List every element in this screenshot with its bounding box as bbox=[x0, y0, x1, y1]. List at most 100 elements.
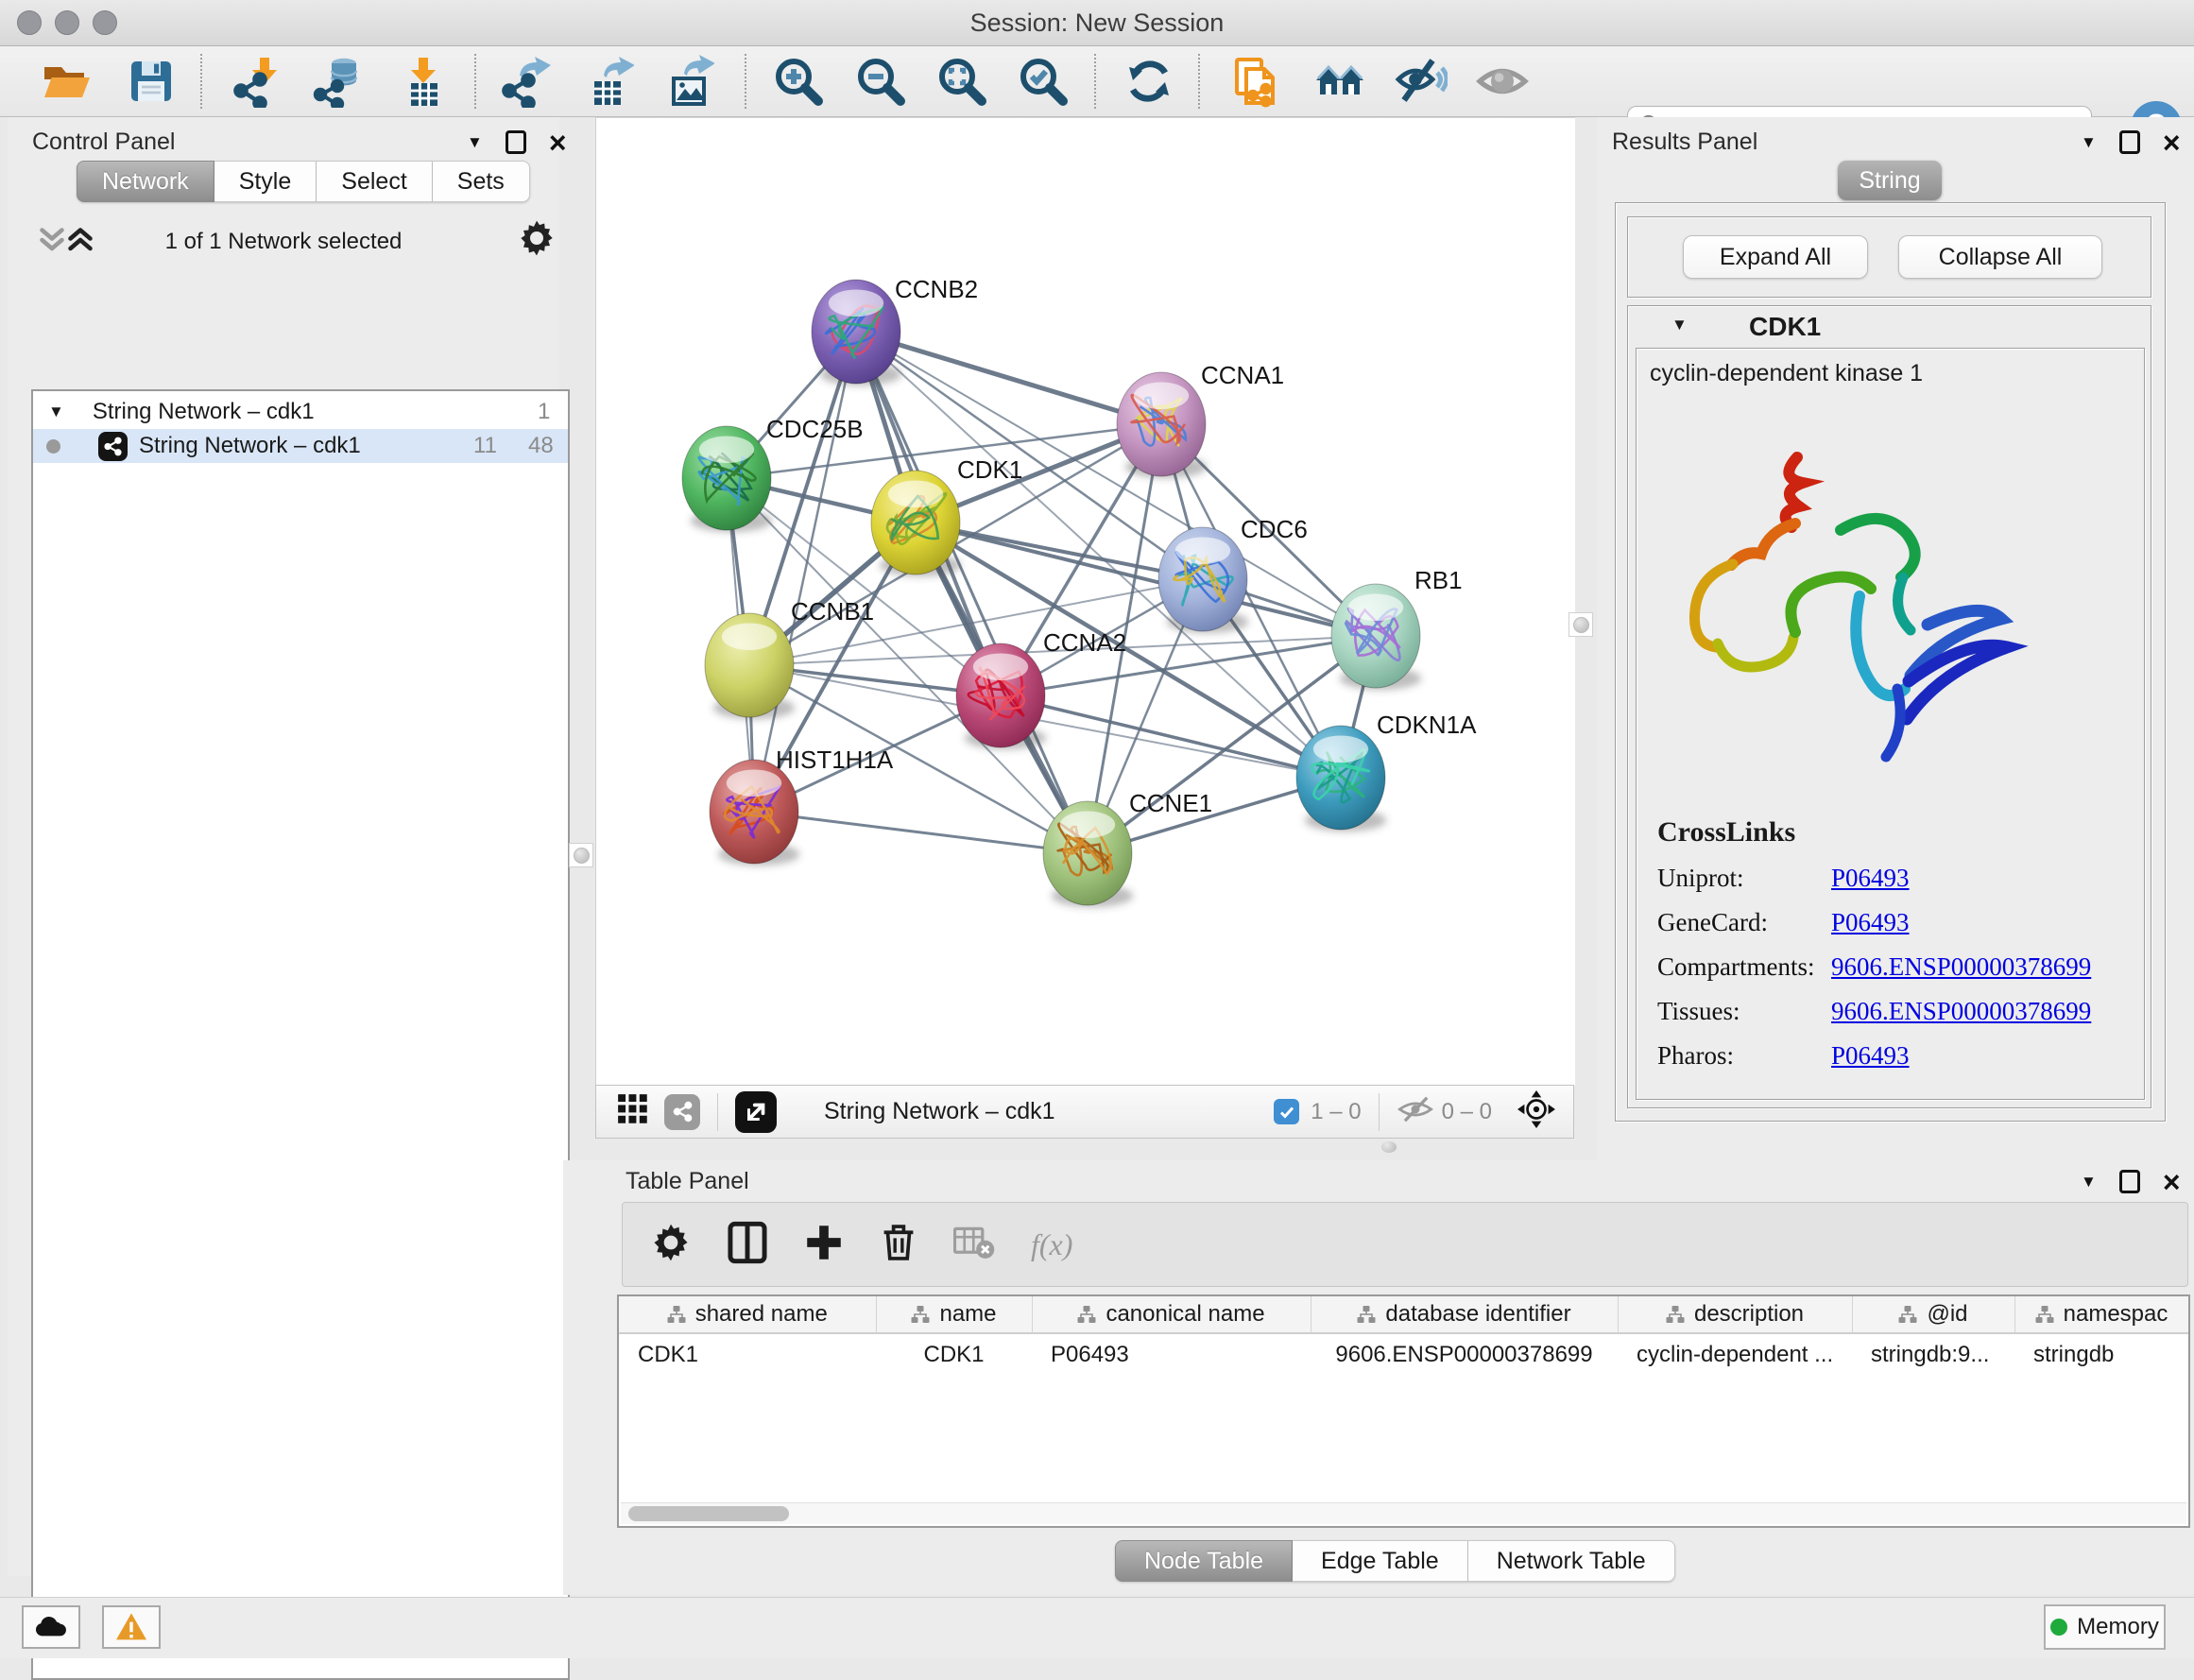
export-network-icon[interactable] bbox=[499, 55, 552, 108]
tab-node-table[interactable]: Node Table bbox=[1115, 1540, 1293, 1582]
toolbar-separator bbox=[717, 1093, 718, 1131]
import-network-icon[interactable] bbox=[231, 55, 283, 108]
panel-close-icon[interactable]: × bbox=[549, 133, 567, 152]
crosslink-link[interactable]: P06493 bbox=[1831, 864, 1910, 893]
export-table-icon[interactable] bbox=[581, 55, 634, 108]
node-CCNB1[interactable]: CCNB1 bbox=[705, 597, 874, 719]
function-builder-icon-disabled: f(x) bbox=[1031, 1227, 1072, 1262]
results-panel: Results Panel ▼ × String Expand All Coll… bbox=[1597, 117, 2194, 1160]
crosslink-row: Pharos:P06493 bbox=[1657, 1041, 2130, 1071]
network-collection-row[interactable]: ▼ String Network – cdk1 1 bbox=[33, 395, 568, 429]
export-image-icon[interactable] bbox=[661, 55, 714, 108]
node-table[interactable]: shared namenamecanonical namedatabase id… bbox=[617, 1294, 2190, 1528]
hide-glass-eye-icon[interactable] bbox=[1395, 55, 1448, 108]
glass-eye-icon[interactable] bbox=[1476, 55, 1529, 108]
table-panel-title: Table Panel bbox=[626, 1168, 749, 1195]
panel-maximize-icon[interactable] bbox=[506, 130, 526, 154]
warning-icon bbox=[114, 1612, 148, 1642]
import-table-icon[interactable] bbox=[396, 55, 449, 108]
expand-all-button[interactable]: Expand All bbox=[1683, 235, 1868, 279]
column-header-name[interactable]: name bbox=[876, 1296, 1032, 1333]
zoom-out-icon[interactable] bbox=[854, 55, 907, 108]
import-network-from-database-icon[interactable] bbox=[312, 55, 365, 108]
horizontal-splitter-handle[interactable] bbox=[1381, 1141, 1397, 1153]
network-selection-status: 1 of 1 Network selected bbox=[8, 229, 559, 255]
edge-HIST1H1A-CCNE1[interactable] bbox=[754, 812, 1088, 853]
tab-network-table[interactable]: Network Table bbox=[1468, 1540, 1675, 1582]
right-splitter-handle[interactable] bbox=[1568, 612, 1593, 637]
table-row[interactable]: CDK1CDK1P064939606.ENSP00000378699cyclin… bbox=[619, 1333, 2188, 1376]
crosslinks-section: CrossLinks Uniprot:P06493GeneCard:P06493… bbox=[1657, 816, 2130, 1071]
panel-float-icon[interactable]: ▼ bbox=[2081, 133, 2097, 152]
panel-close-icon[interactable]: × bbox=[2163, 133, 2181, 152]
node-RB1[interactable]: RB1 bbox=[1331, 566, 1463, 690]
tab-style[interactable]: Style bbox=[214, 161, 317, 202]
delete-table-icon-disabled bbox=[953, 1224, 995, 1266]
column-header-database-identifier[interactable]: database identifier bbox=[1311, 1296, 1618, 1333]
string-home-icon[interactable] bbox=[1313, 55, 1366, 108]
crosslink-link[interactable]: P06493 bbox=[1831, 908, 1910, 937]
protein-collapse-icon[interactable]: ▼ bbox=[1671, 316, 1688, 334]
delete-column-icon[interactable] bbox=[880, 1222, 917, 1268]
table-options-gear-icon[interactable] bbox=[651, 1223, 691, 1267]
add-column-icon[interactable] bbox=[804, 1223, 844, 1267]
status-bar: Memory bbox=[0, 1597, 2194, 1658]
node-label-CDKN1A: CDKN1A bbox=[1377, 711, 1477, 739]
zoom-fit-icon[interactable] bbox=[935, 55, 988, 108]
column-header-canonical-name[interactable]: canonical name bbox=[1032, 1296, 1311, 1333]
edge-CCNB2-HIST1H1A[interactable] bbox=[754, 332, 856, 812]
crosslink-link[interactable]: 9606.ENSP00000378699 bbox=[1831, 952, 2091, 982]
tab-edge-table[interactable]: Edge Table bbox=[1293, 1540, 1468, 1582]
node-CCNB2[interactable]: CCNB2 bbox=[812, 275, 978, 386]
string-style-icon[interactable] bbox=[664, 1094, 700, 1130]
panel-float-icon[interactable]: ▼ bbox=[2081, 1173, 2097, 1191]
column-header-namespac[interactable]: namespac bbox=[2014, 1296, 2188, 1333]
show-columns-icon[interactable] bbox=[727, 1221, 768, 1269]
tab-sets[interactable]: Sets bbox=[433, 161, 530, 202]
memory-button[interactable]: Memory bbox=[2044, 1604, 2166, 1650]
zoom-in-icon[interactable] bbox=[772, 55, 825, 108]
protein-section: ▼ CDK1 cyclin-dependent kinase 1 bbox=[1627, 305, 2151, 1108]
network-options-gear-icon[interactable] bbox=[518, 219, 556, 262]
column-header-shared-name[interactable]: shared name bbox=[619, 1296, 876, 1333]
save-session-icon[interactable] bbox=[125, 55, 178, 108]
panel-maximize-icon[interactable] bbox=[2119, 1170, 2140, 1193]
tree-expand-icon[interactable]: ▼ bbox=[48, 403, 64, 421]
node-CCNA1[interactable]: CCNA1 bbox=[1117, 361, 1284, 478]
crosslink-link[interactable]: 9606.ENSP00000378699 bbox=[1831, 997, 2091, 1026]
selected-checkbox-icon[interactable] bbox=[1274, 1099, 1299, 1124]
node-CDK1[interactable]: CDK1 bbox=[871, 455, 1022, 576]
zoom-selected-icon[interactable] bbox=[1017, 55, 1070, 108]
open-view-icon[interactable] bbox=[735, 1091, 777, 1133]
tab-network[interactable]: Network bbox=[77, 161, 214, 202]
warnings-button[interactable] bbox=[102, 1605, 161, 1649]
panel-maximize-icon[interactable] bbox=[2119, 130, 2140, 154]
crosslink-link[interactable]: P06493 bbox=[1831, 1041, 1910, 1071]
column-header-description[interactable]: description bbox=[1618, 1296, 1852, 1333]
scrollbar-thumb[interactable] bbox=[628, 1506, 789, 1521]
network-row-selected[interactable]: String Network – cdk1 11 48 bbox=[33, 429, 568, 463]
panel-float-icon[interactable]: ▼ bbox=[467, 133, 483, 152]
pan-crosshair-icon[interactable] bbox=[1517, 1089, 1556, 1134]
share-document-icon[interactable] bbox=[1230, 55, 1283, 108]
tab-string[interactable]: String bbox=[1838, 161, 1942, 200]
network-canvas[interactable]: CCNB2CCNA1CDC25BCDK1CDC6RB1CCNB1CCNA2CDK… bbox=[595, 117, 1575, 1086]
collapse-all-button[interactable]: Collapse All bbox=[1898, 235, 2102, 279]
birdseye-grid-icon[interactable] bbox=[617, 1093, 649, 1130]
refresh-icon[interactable] bbox=[1123, 55, 1175, 108]
cloud-button[interactable] bbox=[22, 1605, 80, 1649]
column-header--id[interactable]: @id bbox=[1852, 1296, 2014, 1333]
left-splitter-handle[interactable] bbox=[569, 843, 593, 867]
tab-select[interactable]: Select bbox=[317, 161, 432, 202]
network-collection-label: String Network – cdk1 bbox=[93, 399, 315, 425]
panel-close-icon[interactable]: × bbox=[2163, 1173, 2181, 1191]
open-session-icon[interactable] bbox=[40, 55, 93, 108]
table-horizontal-scrollbar[interactable] bbox=[621, 1502, 2186, 1524]
node-HIST1H1A[interactable]: HIST1H1A bbox=[710, 746, 894, 866]
edge-CCNB2-CCNE1[interactable] bbox=[856, 332, 1088, 853]
node-CCNE1[interactable]: CCNE1 bbox=[1043, 789, 1212, 907]
node-CDKN1A[interactable]: CDKN1A bbox=[1296, 711, 1477, 831]
edge-CCNB2-CCNA1[interactable] bbox=[856, 332, 1161, 424]
edge-CCNA2-CDKN1A[interactable] bbox=[1001, 695, 1341, 778]
toolbar-separator bbox=[1198, 54, 1200, 109]
